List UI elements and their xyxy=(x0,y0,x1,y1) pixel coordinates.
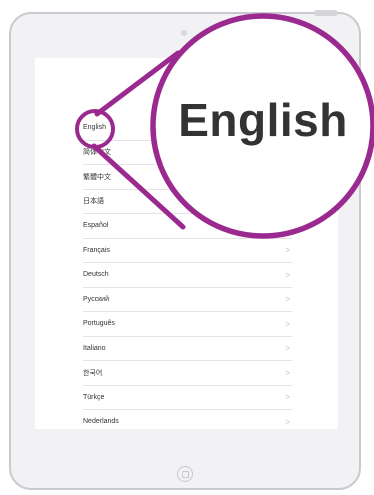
language-label: Português xyxy=(83,320,115,328)
language-label: 繁體中文 xyxy=(83,173,111,181)
language-item-spanish[interactable]: Español > xyxy=(83,214,292,239)
language-label: English xyxy=(83,124,106,132)
magnified-language-label: English xyxy=(178,94,348,146)
chevron-right-icon: > xyxy=(285,343,290,353)
sleep-wake-button xyxy=(314,10,338,16)
chevron-right-icon: > xyxy=(285,221,290,231)
chevron-right-icon: > xyxy=(285,294,290,304)
chevron-right-icon: > xyxy=(285,270,290,280)
language-item-dutch[interactable]: Nederlands > xyxy=(83,410,292,429)
language-item-turkish[interactable]: Türkçe > xyxy=(83,386,292,410)
language-label: 简体中文 xyxy=(83,149,111,157)
chevron-right-icon: > xyxy=(285,172,290,182)
language-label: Deutsch xyxy=(83,271,109,279)
language-label: 日本語 xyxy=(83,198,104,206)
home-button[interactable] xyxy=(177,466,193,482)
language-label: Nederlands xyxy=(83,418,119,426)
language-item-italian[interactable]: Italiano > xyxy=(83,337,292,361)
language-label: Italiano xyxy=(83,344,106,352)
chevron-right-icon: > xyxy=(285,245,290,255)
language-label: Français xyxy=(83,246,110,254)
language-label: Русский xyxy=(83,295,109,303)
language-list: English > 简体中文 > 繁體中文 > 日本語 > Español > … xyxy=(35,116,338,429)
chevron-right-icon: > xyxy=(285,319,290,329)
language-item-japanese[interactable]: 日本語 > xyxy=(83,190,292,214)
chevron-right-icon: > xyxy=(285,392,290,402)
language-item-russian[interactable]: Русский > xyxy=(83,288,292,312)
chevron-right-icon: > xyxy=(285,147,290,157)
home-square-icon xyxy=(182,471,189,478)
language-item-traditional-chinese[interactable]: 繁體中文 > xyxy=(83,165,292,190)
language-label: 한국어 xyxy=(83,369,103,377)
language-item-portuguese[interactable]: Português > xyxy=(83,312,292,337)
chevron-right-icon: > xyxy=(285,196,290,206)
chevron-right-icon: > xyxy=(285,368,290,378)
language-item-german[interactable]: Deutsch > xyxy=(83,263,292,288)
chevron-right-icon: > xyxy=(285,417,290,427)
language-label: Español xyxy=(83,222,109,230)
language-item-french[interactable]: Français > xyxy=(83,239,292,263)
language-label: Türkçe xyxy=(83,393,105,401)
language-item-korean[interactable]: 한국어 > xyxy=(83,361,292,386)
front-camera xyxy=(181,30,187,36)
